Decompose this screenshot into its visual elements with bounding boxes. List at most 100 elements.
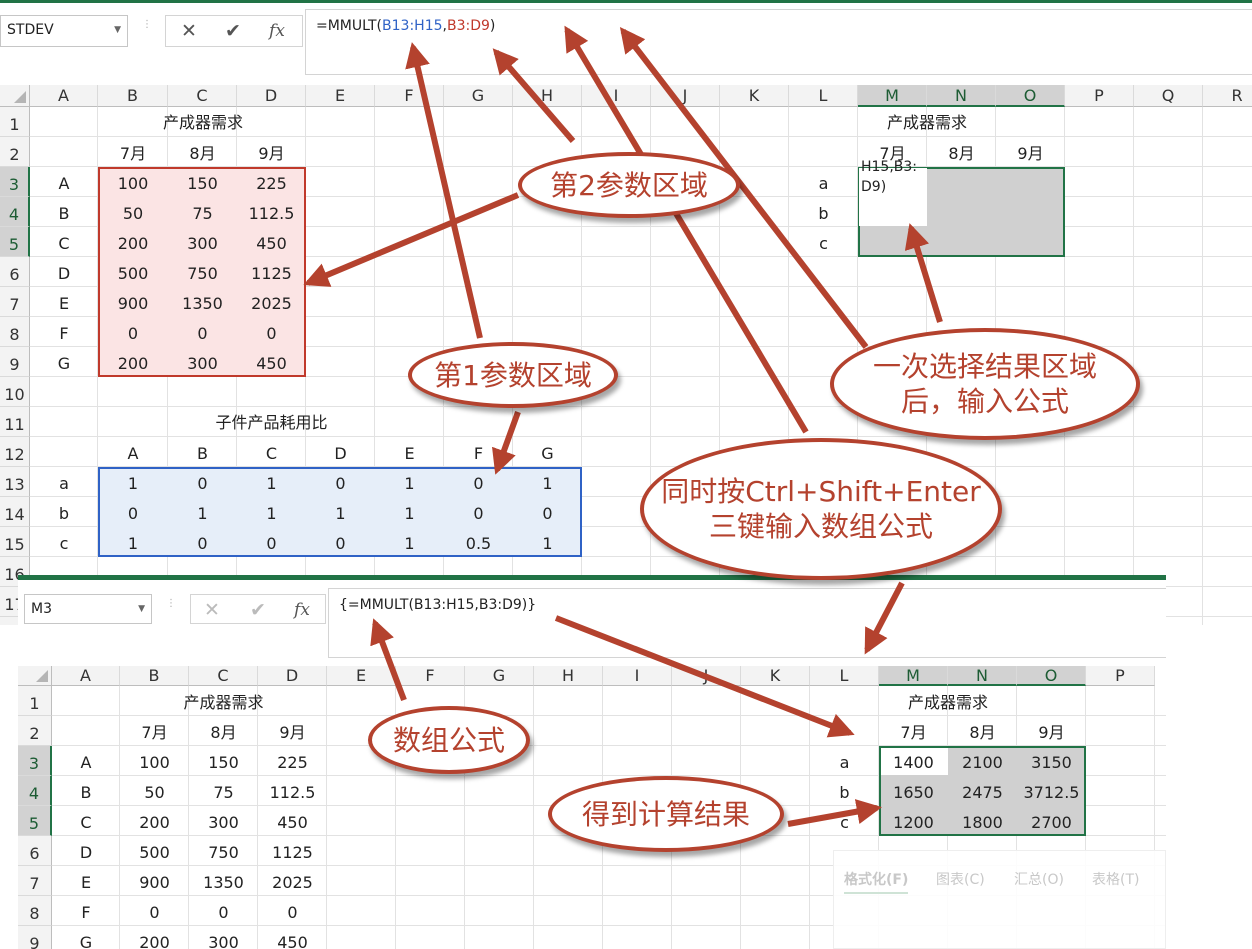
result-title: 产成器需求 <box>907 693 988 712</box>
bottom-formula-text: {=MMULT(B13:H15,B3:D9)} <box>339 597 537 613</box>
bottom-formula-bar: M3 ▼ ⋮ ✕ ✔ fx {=MMULT(B13:H15,B3:D9)} <box>18 580 1166 666</box>
bottom-formula-input[interactable]: {=MMULT(B13:H15,B3:D9)} <box>328 588 1166 658</box>
cell: b <box>58 504 70 523</box>
cell: 7月 <box>119 144 147 163</box>
callout-array-formula: 数组公式 <box>368 706 530 774</box>
callout-select-result: 一次选择结果区域 后，输入公式 <box>830 328 1140 440</box>
cell: 75 <box>213 783 234 802</box>
cell: A <box>127 444 139 463</box>
cell: 225 <box>256 174 287 193</box>
cell: 0 <box>266 324 277 343</box>
top-name-box[interactable]: STDEV ▼ <box>0 15 128 47</box>
cancel-icon[interactable]: ✕ <box>174 16 204 46</box>
cell: 0 <box>149 903 160 922</box>
cell: 1 <box>542 474 553 493</box>
enter-check-icon[interactable]: ✔ <box>218 16 248 46</box>
cell: 225 <box>277 753 308 772</box>
cell: 1200 <box>893 813 934 832</box>
quick-analysis-tab[interactable]: 表格(T) <box>1092 869 1139 892</box>
formula-part: B3:D9 <box>446 18 490 34</box>
cell: 8月 <box>189 144 216 163</box>
cell: C <box>80 813 92 832</box>
cell: A <box>80 753 92 772</box>
bottom-name-box-value: M3 <box>31 601 52 617</box>
cell: 1 <box>335 504 346 523</box>
enter-check-icon[interactable]: ✔ <box>243 595 273 625</box>
cell: 0 <box>335 474 346 493</box>
cell: A <box>58 174 70 193</box>
cell: F <box>59 324 69 343</box>
top-fbar-grip: ⋮ <box>142 19 152 30</box>
cell: 450 <box>277 933 308 949</box>
cell: 900 <box>117 294 149 313</box>
cell: G <box>79 933 93 949</box>
quick-analysis-tab[interactable]: 汇总(O) <box>1014 869 1064 892</box>
bottom-fx-buttons: ✕ ✔ fx <box>190 594 326 624</box>
top-name-box-value: STDEV <box>7 22 54 38</box>
editing-formula-cell[interactable]: H15,B3: D9) <box>861 157 927 205</box>
cell: 1 <box>266 504 277 523</box>
cell: 1125 <box>272 843 313 862</box>
cell: 100 <box>139 753 170 772</box>
demand-title: 产成器需求 <box>183 693 264 712</box>
bottom-name-box[interactable]: M3 ▼ <box>24 594 152 624</box>
quick-analysis-tab[interactable]: 图表(C) <box>936 869 985 892</box>
cell: 8月 <box>210 723 237 742</box>
cell: a <box>59 474 69 493</box>
cell: 3712.5 <box>1023 783 1080 802</box>
cell: 9月 <box>279 723 306 742</box>
cell: C <box>265 444 278 463</box>
cell: c <box>819 234 828 253</box>
top-formula-text: =MMULT(B13:H15,B3:D9) <box>316 18 495 34</box>
cell: 0 <box>218 903 229 922</box>
cell: 1 <box>266 474 277 493</box>
cell: 7月 <box>141 723 168 742</box>
cell: 200 <box>117 234 149 253</box>
cell: 200 <box>139 933 170 949</box>
cell: 1 <box>404 534 415 553</box>
cell: 200 <box>139 813 170 832</box>
cell: 300 <box>208 933 239 949</box>
cell: 50 <box>122 204 144 223</box>
cell: E <box>80 873 92 892</box>
top-fx-buttons: ✕ ✔ fx <box>165 15 303 47</box>
cell: 2025 <box>272 873 313 892</box>
cell: 150 <box>208 753 239 772</box>
cell: 150 <box>187 174 218 193</box>
cell: 450 <box>256 234 287 253</box>
cell: 300 <box>187 234 218 253</box>
quick-analysis-tab[interactable]: 格式化(F) <box>844 869 909 894</box>
cell: a <box>839 753 850 772</box>
cell: 1650 <box>893 783 934 802</box>
cell: 50 <box>144 783 165 802</box>
cell: 1350 <box>182 294 223 313</box>
chevron-down-icon[interactable]: ▼ <box>114 16 121 44</box>
cell: 1 <box>404 504 415 523</box>
cancel-icon[interactable]: ✕ <box>197 595 227 625</box>
cell: 0 <box>197 324 208 343</box>
top-formula-input[interactable]: =MMULT(B13:H15,B3:D9) <box>305 9 1252 75</box>
cell: 450 <box>256 354 287 373</box>
cell: 0 <box>127 324 139 343</box>
cell: 750 <box>208 843 239 862</box>
cell: 500 <box>117 264 149 283</box>
chevron-down-icon[interactable]: ▼ <box>138 595 145 623</box>
cell: 450 <box>277 813 308 832</box>
cell: E <box>404 444 415 463</box>
cell: 1400 <box>893 753 934 772</box>
insert-function-icon[interactable]: fx <box>287 595 317 625</box>
cell: 0 <box>542 504 553 523</box>
demand-title: 产成器需求 <box>162 113 243 132</box>
cell: G <box>57 354 71 373</box>
cell: 0 <box>197 474 208 493</box>
cell: D <box>79 843 93 862</box>
result-title: 产成器需求 <box>886 113 967 132</box>
callout-get-result: 得到计算结果 <box>548 776 784 852</box>
cell: 0 <box>335 534 346 553</box>
insert-function-icon[interactable]: fx <box>262 16 292 46</box>
cell: 300 <box>208 813 239 832</box>
cell: 1125 <box>251 264 292 283</box>
bottom-fbar-grip: ⋮ <box>166 598 176 609</box>
cell: c <box>59 534 69 553</box>
cell: B <box>80 783 92 802</box>
